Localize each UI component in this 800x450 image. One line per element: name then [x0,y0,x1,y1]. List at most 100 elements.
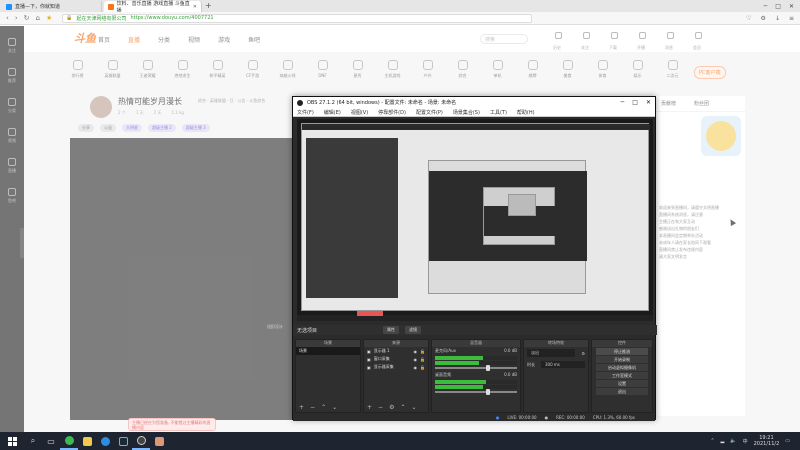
scene-item[interactable]: 场景 [296,347,360,355]
room-badge[interactable]: 超级主播 3 [181,124,210,132]
forward-icon[interactable]: › [15,14,18,22]
minimize-icon[interactable]: ─ [621,99,625,106]
remove-icon[interactable]: − [378,404,383,411]
category-item[interactable]: 和平精英 [200,54,235,88]
lock-icon[interactable]: 🔓 [420,349,425,354]
network-icon[interactable]: ▂ [721,438,725,444]
video-player[interactable] [70,138,292,420]
control-button-3[interactable]: 工作室模式 [596,372,648,379]
add-icon[interactable]: + [299,404,304,411]
category-item[interactable]: CF手游 [235,54,270,88]
category-item[interactable]: 娱乐 [620,54,655,88]
task-view-icon[interactable]: ▭ [42,432,60,450]
header-icon-item[interactable]: 关注 [581,32,597,50]
nav-video[interactable]: 视频 [188,35,200,44]
tab-fans[interactable]: 粉丝团 [694,100,709,107]
duration-input[interactable]: 300 ms [541,361,585,368]
clock[interactable]: 19:21 2021/11/2 [754,435,780,447]
chevron-up-icon[interactable]: ⌃ [710,438,714,444]
obs-menu-item[interactable]: 编辑(E) [324,109,341,116]
volume-slider[interactable] [435,365,517,371]
category-item[interactable]: 综合 [445,54,480,88]
lock-icon[interactable]: 🔓 [420,357,425,362]
category-item[interactable]: 王者荣耀 [130,54,165,88]
obs-secondary-icon[interactable] [150,432,168,450]
category-item[interactable]: 美食 [550,54,585,88]
eye-icon[interactable]: ◉ [414,365,418,370]
browser-tab-active[interactable]: 饮料、音乐直播 游戏直播 斗鱼直播 ✕ [104,1,202,14]
room-badge[interactable]: 超级主播 2 [148,124,176,132]
volume-slider-knob[interactable] [485,365,490,371]
nav-home[interactable]: 首页 [98,35,110,44]
obs-menu-item[interactable]: 文件(F) [297,109,314,116]
category-item[interactable]: 二次元 [655,54,690,88]
reload-icon[interactable]: ↻ [24,14,30,22]
rail-expand-handle[interactable] [20,228,24,258]
home-icon[interactable]: ⌂ [36,14,40,22]
header-icon-item[interactable]: 消息 [665,32,681,50]
edge-icon[interactable] [96,432,114,450]
nav-yuba[interactable]: 鱼吧 [248,35,260,44]
category-item[interactable]: 单机 [480,54,515,88]
room-tag[interactable]: 分享 [78,124,94,132]
chrome-icon[interactable] [60,432,78,450]
nav-live[interactable]: 直播 [128,35,140,44]
category-item[interactable]: 排行榜 [60,54,95,88]
properties-button[interactable]: 属性 [383,326,399,334]
site-search-input[interactable]: 搜索 [480,34,528,44]
menu-icon[interactable]: ≡ [789,15,794,22]
close-window-icon[interactable]: ✕ [789,3,794,10]
maximize-icon[interactable]: □ [775,3,781,10]
header-icon-item[interactable]: 会员 [693,32,709,50]
category-item[interactable]: 棋牌 [515,54,550,88]
close-window-icon[interactable]: ✕ [646,99,651,106]
control-button-0[interactable]: 停止推流 [596,348,648,355]
eye-icon[interactable]: ◉ [414,349,418,354]
up-icon[interactable]: ⌃ [321,404,326,411]
transition-select[interactable]: 淡出 [527,349,576,357]
steam-icon[interactable] [114,432,132,450]
search-icon[interactable]: ⌕ [24,432,42,450]
obs-menu-item[interactable]: 场景集合(S) [453,109,480,116]
down-icon[interactable]: ⌄ [332,404,337,411]
ime-icon[interactable]: 中 [743,438,748,445]
download-icon[interactable]: ↓ [775,15,780,22]
back-icon[interactable]: ‹ [6,14,9,22]
obs-menu-item[interactable]: 停靠部件(D) [378,109,406,116]
category-item[interactable]: 绝地求生 [165,54,200,88]
start-button[interactable] [0,436,24,446]
lock-icon[interactable]: 🔓 [420,365,425,370]
eye-icon[interactable]: ◉ [414,357,418,362]
gear-icon[interactable]: ⚙ [389,404,394,411]
volume-icon[interactable]: 🔈 [730,438,736,444]
control-button-4[interactable]: 设置 [596,380,648,387]
close-tab-icon[interactable]: ✕ [193,4,197,10]
room-tag[interactable]: 公益 [100,124,116,132]
control-button-2[interactable]: 启动虚拟摄像机 [596,364,648,371]
new-tab-button[interactable]: + [205,1,212,10]
obs-menu-item[interactable]: 视图(V) [351,109,368,116]
category-item[interactable]: 主机游戏 [375,54,410,88]
category-item[interactable]: DNF [305,54,340,88]
header-icon-item[interactable]: 历史 [553,32,569,50]
volume-slider-knob[interactable] [485,389,490,395]
tab-contribution[interactable]: 贡献榜 [661,100,676,107]
url-field[interactable]: 🔒 起在天津网络有限公司 https://www.douyu.com/40077… [62,13,533,23]
add-icon[interactable]: + [367,404,372,411]
site-logo[interactable]: 斗鱼 [74,30,96,46]
star-icon[interactable]: ★ [46,14,52,22]
source-item[interactable]: ▣ 显示器采集 ◉ 🔓 [364,363,428,371]
category-item[interactable]: 星秀 [340,54,375,88]
rail-item[interactable]: 关注 [8,38,16,54]
up-icon[interactable]: ⌃ [400,404,405,411]
rail-item[interactable]: 推荐 [8,68,16,84]
nav-game[interactable]: 游戏 [218,35,230,44]
minimize-icon[interactable]: ─ [764,3,768,10]
room-tag[interactable]: 大明星 [122,124,142,132]
obs-preview[interactable] [297,119,653,321]
gear-icon[interactable]: ⚙ [581,351,585,356]
category-item[interactable]: 英雄联盟 [95,54,130,88]
volume-slider[interactable] [435,389,517,395]
avatar[interactable] [90,96,112,118]
down-icon[interactable]: ⌄ [411,404,416,411]
